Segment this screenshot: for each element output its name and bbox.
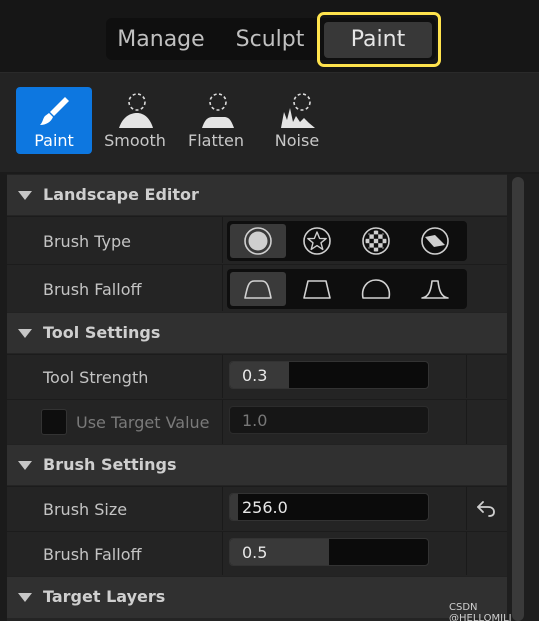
brush-type-component-button[interactable] <box>407 224 463 258</box>
collapse-arrow-icon <box>18 461 32 470</box>
brush-type-row: Brush Type <box>7 216 507 263</box>
section-title: Target Layers <box>43 587 166 606</box>
column-divider <box>222 400 223 444</box>
tool-flatten-label: Flatten <box>188 131 244 150</box>
brush-falloff-selector <box>227 269 467 309</box>
section-brush-settings[interactable]: Brush Settings <box>7 444 507 485</box>
falloff-tip-button[interactable] <box>407 272 463 306</box>
tool-smooth-label: Smooth <box>104 131 166 150</box>
use-target-value-checkbox[interactable] <box>41 409 67 435</box>
section-landscape-editor[interactable]: Landscape Editor <box>7 174 507 215</box>
tool-strength-label: Tool Strength <box>43 368 149 387</box>
circle-brush-icon <box>244 227 272 255</box>
tab-sculpt[interactable]: Sculpt <box>226 22 314 58</box>
brush-size-label: Brush Size <box>43 500 128 519</box>
brush-falloff-amount-label: Brush Falloff <box>43 545 142 564</box>
brush-type-alpha-button[interactable] <box>289 224 345 258</box>
brush-type-pattern-button[interactable] <box>348 224 404 258</box>
column-divider <box>466 487 467 530</box>
alpha-brush-icon <box>303 227 331 255</box>
tool-paint-label: Paint <box>34 131 74 150</box>
brush-falloff-value-row: Brush Falloff 0.5 <box>7 531 507 575</box>
tab-manage[interactable]: Manage <box>112 22 210 58</box>
target-value-field[interactable]: 1.0 <box>229 406 429 434</box>
falloff-spherical-button[interactable] <box>348 272 404 306</box>
collapse-arrow-icon <box>18 329 32 338</box>
paint-brush-icon <box>16 92 92 130</box>
falloff-linear-button[interactable] <box>289 272 345 306</box>
tool-noise-button[interactable]: Noise <box>259 87 335 154</box>
spherical-falloff-icon <box>361 279 391 299</box>
collapse-arrow-icon <box>18 191 32 200</box>
section-title: Landscape Editor <box>43 185 199 204</box>
column-divider <box>466 355 467 398</box>
section-target-layers[interactable]: Target Layers <box>7 576 507 618</box>
brush-type-label: Brush Type <box>43 232 132 251</box>
section-title: Brush Settings <box>43 455 177 474</box>
brush-falloff-label: Brush Falloff <box>43 280 142 299</box>
target-value: 1.0 <box>242 411 268 430</box>
use-target-value-label: Use Target Value <box>76 413 210 432</box>
pattern-brush-icon <box>362 227 390 255</box>
brush-size-value: 256.0 <box>242 498 288 517</box>
landscape-mode-panel: Manage Sculpt Paint Paint Smooth Flatten… <box>0 0 539 621</box>
column-divider <box>466 400 467 444</box>
tool-paint-button[interactable]: Paint <box>16 87 92 154</box>
smooth-icon <box>97 92 173 130</box>
brush-falloff-row: Brush Falloff <box>7 264 507 311</box>
brush-size-row: Brush Size 256.0 <box>7 486 507 530</box>
tool-flatten-button[interactable]: Flatten <box>178 87 254 154</box>
tool-noise-label: Noise <box>274 131 320 150</box>
watermark: CSDN @HELLOMILI <box>449 602 512 621</box>
brush-size-field[interactable]: 256.0 <box>229 493 429 521</box>
noise-icon <box>259 92 335 130</box>
column-divider <box>222 217 223 263</box>
tool-palette: Paint Smooth Flatten Noise <box>0 72 539 172</box>
section-title: Tool Settings <box>43 323 161 342</box>
smooth-falloff-icon <box>244 280 272 299</box>
column-divider <box>222 265 223 311</box>
tool-strength-value: 0.3 <box>242 366 268 385</box>
tool-smooth-button[interactable]: Smooth <box>97 87 173 154</box>
brush-falloff-field[interactable]: 0.5 <box>229 538 429 566</box>
tab-paint[interactable]: Paint <box>324 22 432 58</box>
reset-to-default-icon[interactable] <box>475 497 497 519</box>
column-divider <box>466 532 467 575</box>
linear-falloff-icon <box>303 280 331 299</box>
tip-falloff-icon <box>421 280 449 299</box>
mode-tab-bar: Manage Sculpt Paint <box>0 0 539 72</box>
section-tool-settings[interactable]: Tool Settings <box>7 312 507 353</box>
column-divider <box>222 487 223 530</box>
brush-size-fill <box>230 494 238 520</box>
tool-strength-row: Tool Strength 0.3 <box>7 354 507 398</box>
use-target-value-row: Use Target Value 1.0 <box>7 399 507 444</box>
scrollbar-thumb[interactable] <box>512 177 524 621</box>
collapse-arrow-icon <box>18 593 32 602</box>
column-divider <box>222 355 223 398</box>
falloff-smooth-button[interactable] <box>230 272 286 306</box>
column-divider <box>222 532 223 575</box>
flatten-icon <box>178 92 254 130</box>
tool-strength-field[interactable]: 0.3 <box>229 361 429 389</box>
brush-type-selector <box>227 221 467 261</box>
brush-type-circle-button[interactable] <box>230 224 286 258</box>
component-brush-icon <box>421 227 449 255</box>
brush-falloff-value: 0.5 <box>242 543 268 562</box>
